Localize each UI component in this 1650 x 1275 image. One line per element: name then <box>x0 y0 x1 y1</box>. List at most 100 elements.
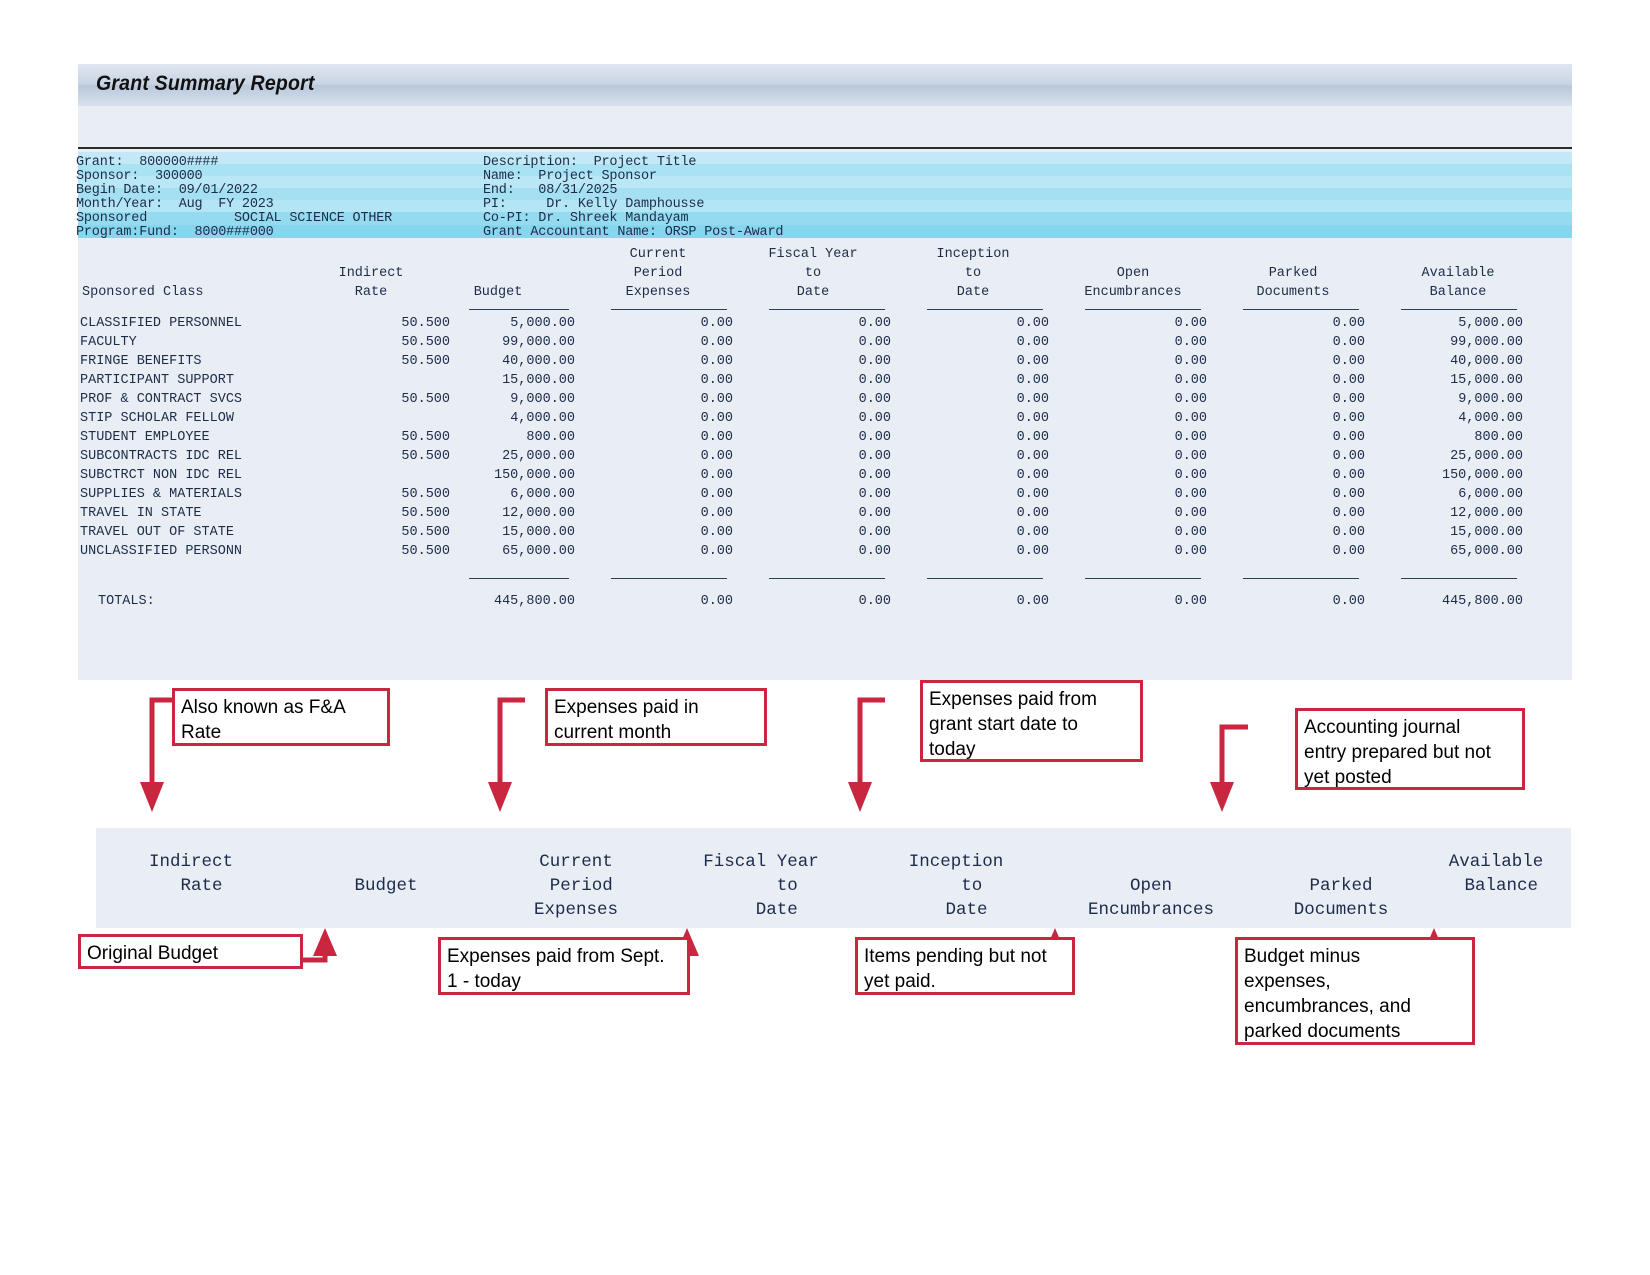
table-row: UNCLASSIFIED PERSONN 50.500 65,000.00 0.00 0… <box>80 542 1523 561</box>
cell-available: 5,000.00 <box>1458 316 1523 331</box>
cell-itd: 0.00 <box>1016 335 1049 350</box>
column-header-fiscal-year-to-date: Fiscal Year to Date <box>768 247 858 300</box>
cell-budget: 800.00 <box>526 430 575 445</box>
cell-rate: 50.500 <box>401 544 450 559</box>
cell-current: 0.00 <box>700 525 733 540</box>
cell-open: 0.00 <box>1174 430 1207 445</box>
cell-itd: 0.00 <box>1016 487 1049 502</box>
table-row: STIP SCHOLAR FELLOW 4,000.00 0.00 0.00 0.00 0… <box>80 409 1523 428</box>
cell-rate: 50.500 <box>401 354 450 369</box>
cell-budget: 4,000.00 <box>510 411 575 426</box>
cell-rate: 50.500 <box>401 525 450 540</box>
cell-rate: 50.500 <box>401 392 450 407</box>
cell-sponsored-class: PARTICIPANT SUPPORT <box>80 373 234 388</box>
table-totals-rule <box>80 573 1523 583</box>
table-row: FACULTY 50.500 99,000.00 0.00 0.00 0.00 0.00 0.… <box>80 333 1523 352</box>
cell-totals-budget: 445,800.00 <box>493 594 575 609</box>
cell-itd: 0.00 <box>1016 468 1049 483</box>
table-row: SUBCONTRACTS IDC REL 50.500 25,000.00 0.00 0… <box>80 447 1523 466</box>
cell-itd: 0.00 <box>1016 506 1049 521</box>
cell-current: 0.00 <box>700 468 733 483</box>
info-program-fund: Program:Fund: 8000###000 <box>76 225 274 240</box>
cell-fytd: 0.00 <box>858 468 891 483</box>
cell-budget: 25,000.00 <box>502 449 575 464</box>
cell-totals-rate <box>340 583 450 609</box>
cell-fytd: 0.00 <box>858 525 891 540</box>
cell-sponsored-class: STUDENT EMPLOYEE <box>80 430 210 445</box>
info-pi: PI: Dr. Kelly Damphousse <box>483 197 705 212</box>
cell-open: 0.00 <box>1174 354 1207 369</box>
cell-available: 25,000.00 <box>1450 449 1523 464</box>
cell-totals-available: 445,800.00 <box>1441 594 1523 609</box>
cell-current: 0.00 <box>700 335 733 350</box>
cell-itd: 0.00 <box>1016 430 1049 445</box>
cell-sponsored-class: CLASSIFIED PERSONNEL <box>80 316 243 331</box>
info-end-date: End: 08/31/2025 <box>483 183 618 198</box>
table-row: PROF & CONTRACT SVCS 50.500 9,000.00 0.00 0.… <box>80 390 1523 409</box>
cell-rate: 50.500 <box>401 316 450 331</box>
cell-available: 15,000.00 <box>1450 525 1523 540</box>
info-begin-date: Begin Date: 09/01/2022 <box>76 183 258 198</box>
table-row: SUPPLIES & MATERIALS 50.500 6,000.00 0.00 0.… <box>80 485 1523 504</box>
table-row: TRAVEL IN STATE 50.500 12,000.00 0.00 0.00 0.… <box>80 504 1523 523</box>
cell-current: 0.00 <box>700 544 733 559</box>
cell-parked: 0.00 <box>1332 430 1365 445</box>
callout-inception: Expenses paid from grant start date to t… <box>920 680 1143 762</box>
cell-parked: 0.00 <box>1332 411 1365 426</box>
cell-sponsored-class: TRAVEL OUT OF STATE <box>80 525 234 540</box>
info-name: Name: Project Sponsor <box>483 169 657 184</box>
cell-fytd: 0.00 <box>858 411 891 426</box>
cell-sponsored-class: SUBCONTRACTS IDC REL <box>80 449 243 464</box>
band-inception-to-date: Inception to Date <box>908 852 1004 920</box>
cell-current: 0.00 <box>700 373 733 388</box>
cell-fytd: 0.00 <box>858 487 891 502</box>
cell-open: 0.00 <box>1174 335 1207 350</box>
column-header-available-balance: Available Balance <box>1421 266 1495 300</box>
cell-available: 4,000.00 <box>1458 411 1523 426</box>
cell-available: 15,000.00 <box>1450 373 1523 388</box>
cell-current: 0.00 <box>700 487 733 502</box>
cell-sponsored-class: FRINGE BENEFITS <box>80 354 202 369</box>
cell-totals-parked: 0.00 <box>1332 594 1365 609</box>
cell-open: 0.00 <box>1174 449 1207 464</box>
cell-current: 0.00 <box>700 411 733 426</box>
cell-parked: 0.00 <box>1332 544 1365 559</box>
column-header-current-period-expenses: Current Period Expenses <box>625 247 691 300</box>
info-month-year: Month/Year: Aug FY 2023 <box>76 197 274 212</box>
cell-fytd: 0.00 <box>858 449 891 464</box>
cell-open: 0.00 <box>1174 544 1207 559</box>
cell-itd: 0.00 <box>1016 354 1049 369</box>
cell-open: 0.00 <box>1174 316 1207 331</box>
cell-budget: 6,000.00 <box>510 487 575 502</box>
cell-sponsored-class: PROF & CONTRACT SVCS <box>80 392 243 407</box>
cell-rate <box>340 371 450 390</box>
column-header-budget: Budget <box>473 285 523 300</box>
cell-rate <box>340 466 450 485</box>
cell-sponsored-class: SUPPLIES & MATERIALS <box>80 487 243 502</box>
callout-fiscal-year: Expenses paid from Sept. 1 - today <box>438 937 690 995</box>
cell-itd: 0.00 <box>1016 544 1049 559</box>
report-title-bar: Grant Summary Report <box>78 64 1572 106</box>
cell-itd: 0.00 <box>1016 373 1049 388</box>
cell-fytd: 0.00 <box>858 354 891 369</box>
info-sponsored: Sponsored SOCIAL SCIENCE OTHER <box>76 211 393 226</box>
column-header-parked-documents: Parked Documents <box>1256 266 1330 300</box>
cell-rate: 50.500 <box>401 487 450 502</box>
cell-itd: 0.00 <box>1016 449 1049 464</box>
title-divider <box>78 147 1572 149</box>
cell-totals-current: 0.00 <box>700 594 733 609</box>
sponsored-class-table: CLASSIFIED PERSONNEL 50.500 5,000.00 0.00 0.… <box>80 304 1523 609</box>
cell-available: 12,000.00 <box>1450 506 1523 521</box>
info-grant: Grant: 800000#### <box>76 155 219 170</box>
band-current-period-expenses: Current Period Expenses <box>533 852 618 920</box>
callout-available-balance: Budget minus expenses, encumbrances, and… <box>1235 937 1475 1045</box>
cell-rate: 50.500 <box>401 506 450 521</box>
table-totals-row: TOTALS: 445,800.00 0.00 0.00 0.00 0.00 0.00 445… <box>80 583 1523 609</box>
cell-rate <box>340 409 450 428</box>
cell-sponsored-class: SUBCTRCT NON IDC REL <box>80 468 243 483</box>
cell-parked: 0.00 <box>1332 354 1365 369</box>
page-title: Grant Summary Report <box>96 72 315 95</box>
cell-sponsored-class: UNCLASSIFIED PERSONN <box>80 544 243 559</box>
cell-budget: 150,000.00 <box>493 468 575 483</box>
band-open-encumbrances: Open Encumbrances <box>1087 876 1215 920</box>
